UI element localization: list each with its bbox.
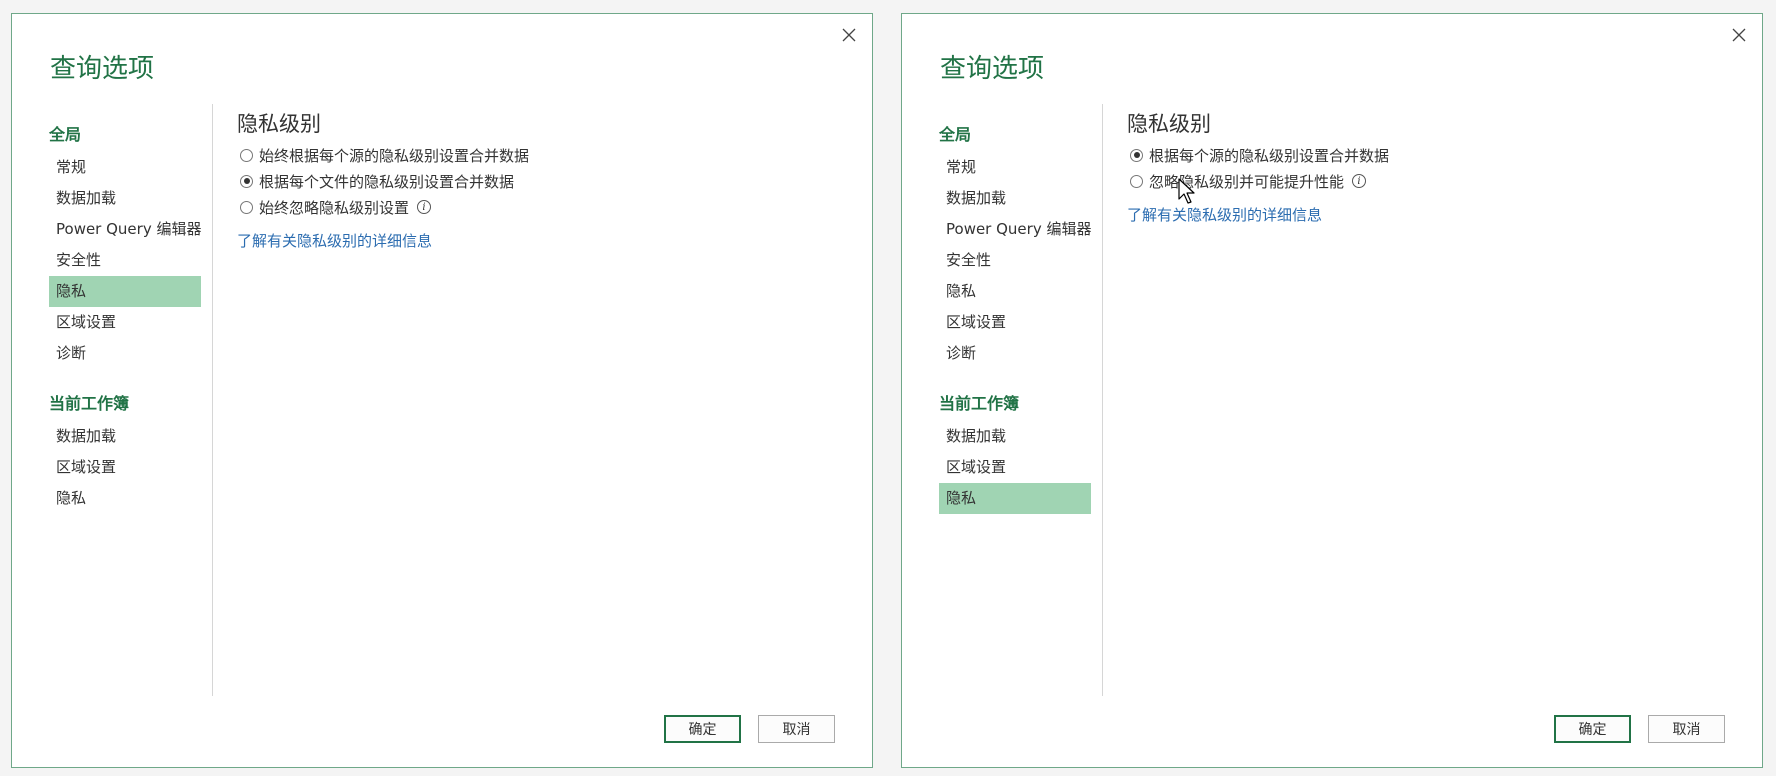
sidebar-heading-global: 全局 [49,125,82,144]
learn-more-link[interactable]: 了解有关隐私级别的详细信息 [1127,204,1322,225]
sidebar-item-workbook-privacy[interactable]: 隐私 [939,483,1091,514]
radio-label: 始终根据每个源的隐私级别设置合并数据 [259,146,530,165]
sidebar-item-diagnostics[interactable]: 诊断 [939,338,1091,369]
privacy-levels-heading: 隐私级别 [1127,112,1211,136]
sidebar-item-regional-settings[interactable]: 区域设置 [49,307,201,338]
radio-option-combine-per-source[interactable]: 根据每个源的隐私级别设置合并数据 [1127,142,1727,168]
learn-more-link[interactable]: 了解有关隐私级别的详细信息 [237,230,432,251]
radio-option-per-file[interactable]: 根据每个文件的隐私级别设置合并数据 [237,168,837,194]
sidebar-heading-global: 全局 [939,125,972,144]
sidebar-item-security[interactable]: 安全性 [49,245,201,276]
sidebar-heading-current-workbook: 当前工作簿 [49,394,130,413]
close-icon [1732,28,1746,42]
privacy-panel: 隐私级别 根据每个源的隐私级别设置合并数据 忽略隐私级别并可能提升性能 i 了解… [1127,108,1727,225]
sidebar-item-workbook-data-load[interactable]: 数据加载 [939,421,1091,452]
dialog-title: 查询选项 [940,54,1045,84]
ok-button[interactable]: 确定 [664,715,741,743]
divider [1102,104,1103,696]
sidebar-item-power-query-editor[interactable]: Power Query 编辑器 [939,214,1091,245]
radio-button[interactable] [1130,174,1143,188]
privacy-panel: 隐私级别 始终根据每个源的隐私级别设置合并数据 根据每个文件的隐私级别设置合并数… [237,108,837,251]
sidebar-item-workbook-data-load[interactable]: 数据加载 [49,421,201,452]
sidebar-item-workbook-regional-settings[interactable]: 区域设置 [939,452,1091,483]
sidebar: 全局 常规 数据加载 Power Query 编辑器 安全性 隐私 区域设置 诊… [939,114,1091,514]
sidebar-item-workbook-regional-settings[interactable]: 区域设置 [49,452,201,483]
sidebar-item-regional-settings[interactable]: 区域设置 [939,307,1091,338]
sidebar-item-data-load[interactable]: 数据加载 [49,183,201,214]
radio-button-selected[interactable] [240,174,253,188]
sidebar-item-workbook-privacy[interactable]: 隐私 [49,483,201,514]
mouse-cursor-icon [1178,178,1195,204]
sidebar: 全局 常规 数据加载 Power Query 编辑器 安全性 隐私 区域设置 诊… [49,114,201,514]
radio-button[interactable] [240,148,253,162]
radio-button-selected[interactable] [1130,148,1143,162]
sidebar-item-diagnostics[interactable]: 诊断 [49,338,201,369]
info-icon[interactable]: i [417,200,432,214]
cancel-button[interactable]: 取消 [758,715,835,743]
divider [212,104,213,696]
dialog-title: 查询选项 [50,54,155,84]
close-button[interactable] [836,22,862,48]
screen: 查询选项 全局 常规 数据加载 Power Query 编辑器 安全性 隐私 区… [0,0,1776,776]
radio-option-always-ignore[interactable]: 始终忽略隐私级别设置 i [237,194,837,220]
query-options-dialog-right: 查询选项 全局 常规 数据加载 Power Query 编辑器 安全性 隐私 区… [901,13,1763,768]
ok-button[interactable]: 确定 [1554,715,1631,743]
radio-label: 根据每个源的隐私级别设置合并数据 [1149,146,1390,165]
radio-label: 根据每个文件的隐私级别设置合并数据 [259,172,515,191]
cancel-button[interactable]: 取消 [1648,715,1725,743]
query-options-dialog-left: 查询选项 全局 常规 数据加载 Power Query 编辑器 安全性 隐私 区… [11,13,873,768]
close-icon [842,28,856,42]
sidebar-item-privacy[interactable]: 隐私 [939,276,1091,307]
sidebar-item-general[interactable]: 常规 [49,152,201,183]
sidebar-item-data-load[interactable]: 数据加载 [939,183,1091,214]
sidebar-item-privacy[interactable]: 隐私 [49,276,201,307]
sidebar-item-security[interactable]: 安全性 [939,245,1091,276]
sidebar-item-power-query-editor[interactable]: Power Query 编辑器 [49,214,201,245]
privacy-levels-heading: 隐私级别 [237,112,321,136]
radio-label: 始终忽略隐私级别设置 [259,198,410,217]
close-button[interactable] [1726,22,1752,48]
sidebar-heading-current-workbook: 当前工作簿 [939,394,1020,413]
radio-option-always-combine[interactable]: 始终根据每个源的隐私级别设置合并数据 [237,142,837,168]
radio-button[interactable] [240,200,253,214]
info-icon[interactable]: i [1352,174,1367,188]
radio-option-ignore-privacy[interactable]: 忽略隐私级别并可能提升性能 i [1127,168,1727,194]
sidebar-item-general[interactable]: 常规 [939,152,1091,183]
